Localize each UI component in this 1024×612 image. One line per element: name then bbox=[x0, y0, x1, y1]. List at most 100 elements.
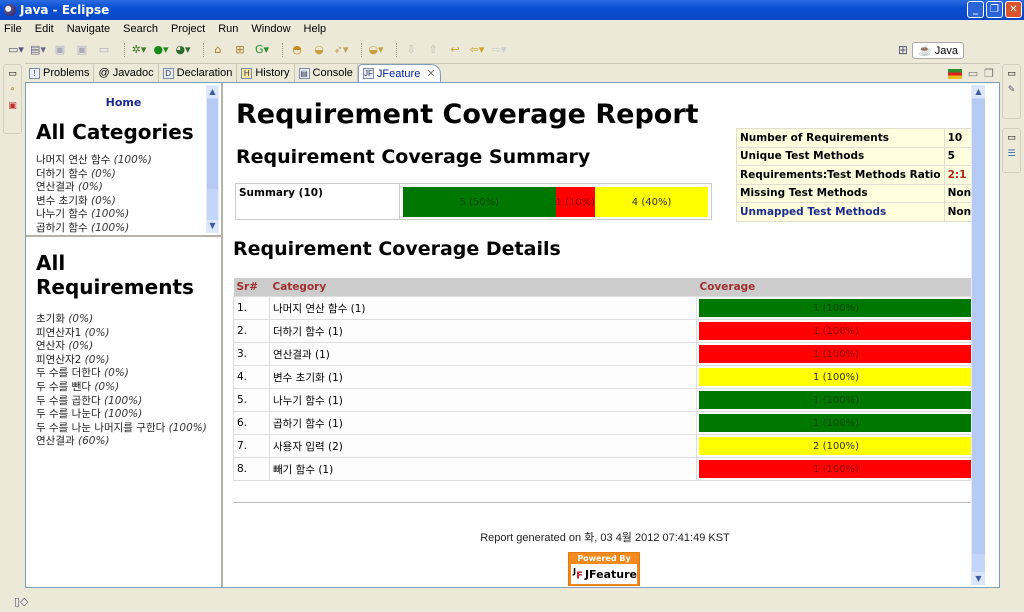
last-edit-icon[interactable]: ↩ bbox=[447, 42, 463, 58]
run-icon[interactable]: ●▾ bbox=[153, 42, 169, 58]
toolbar-separator bbox=[396, 43, 397, 57]
list-item[interactable]: 두 수를 나눈 나머지를 구한다 (100%) bbox=[36, 422, 221, 436]
row-category[interactable]: 나머지 연산 함수 (1) bbox=[269, 296, 697, 320]
outline-icon[interactable]: ☰ bbox=[1007, 149, 1015, 159]
row-category[interactable]: 사용자 입력 (2) bbox=[269, 434, 697, 458]
coverage-bar: 2 (100%) bbox=[699, 437, 973, 455]
item-percent: (0%) bbox=[84, 326, 110, 339]
list-item[interactable]: 연산자 (0%) bbox=[36, 340, 221, 354]
restore-icon[interactable]: ▭ bbox=[8, 69, 17, 79]
list-item[interactable]: 나머지 연산 함수 (100%) bbox=[36, 154, 221, 168]
java-perspective-button[interactable]: ☕ Java bbox=[911, 41, 964, 59]
item-name: 더하기 함수 bbox=[36, 167, 88, 180]
restore-icon[interactable]: ▭ bbox=[1007, 69, 1016, 79]
tab-console[interactable]: ▤ Console bbox=[295, 64, 358, 82]
stat-label[interactable]: Unmapped Test Methods bbox=[736, 202, 945, 222]
item-name: 초기화 bbox=[36, 313, 65, 325]
table-row: 6. 곱하기 함수 (1) 1 (100%) bbox=[233, 411, 976, 435]
list-item[interactable]: 두 수를 더한다 (0%) bbox=[36, 367, 221, 381]
debug-icon[interactable]: ✲▾ bbox=[131, 42, 147, 58]
new-package-icon[interactable]: ▤▾ bbox=[30, 42, 46, 58]
minimize-button[interactable]: _ bbox=[967, 1, 984, 18]
scroll-down-arrow[interactable]: ▼ bbox=[207, 220, 218, 232]
tab-history[interactable]: H History bbox=[237, 64, 295, 82]
report-scrollbar[interactable]: ▲ ▼ bbox=[971, 85, 985, 585]
stat-label: Number of Requirements bbox=[736, 128, 945, 148]
open-type-icon[interactable]: ◓ bbox=[289, 42, 305, 58]
close-button[interactable]: ✕ bbox=[1005, 1, 1022, 18]
scroll-thumb[interactable] bbox=[972, 99, 985, 554]
minimize-view-icon[interactable]: ▭ bbox=[968, 67, 978, 80]
powered-by-badge[interactable]: Powered By JF JFeature bbox=[568, 552, 640, 586]
categories-scrollbar[interactable]: ▲ ▼ bbox=[206, 85, 219, 233]
coverage-status-icon[interactable] bbox=[947, 68, 962, 79]
row-category[interactable]: 나누기 함수 (1) bbox=[269, 388, 697, 412]
row-category[interactable]: 곱하기 함수 (1) bbox=[269, 411, 697, 435]
menu-navigate[interactable]: Navigate bbox=[67, 23, 110, 35]
search-icon[interactable]: ➶▾ bbox=[333, 42, 349, 58]
list-item[interactable]: 초기화 (0%) bbox=[36, 313, 221, 327]
list-item[interactable]: 곱하기 함수 (100%) bbox=[36, 222, 221, 235]
row-category[interactable]: 빼기 함수 (1) bbox=[269, 457, 697, 481]
new-package-icon-2[interactable]: ⊞ bbox=[232, 42, 248, 58]
maximize-view-icon[interactable]: ❐ bbox=[984, 67, 994, 80]
row-category[interactable]: 연산결과 (1) bbox=[269, 342, 697, 366]
list-item[interactable]: 피연산자1 (0%) bbox=[36, 327, 221, 341]
row-category[interactable]: 변수 초기화 (1) bbox=[269, 365, 697, 389]
restore-icon[interactable]: ▭ bbox=[1007, 133, 1016, 143]
row-coverage: 1 (100%) bbox=[696, 342, 976, 366]
fast-view-icon[interactable]: ▯◇ bbox=[14, 595, 29, 608]
tab-declaration[interactable]: D Declaration bbox=[159, 64, 238, 82]
external-tools-icon[interactable]: ◕▾ bbox=[175, 42, 191, 58]
list-item[interactable]: 변수 초기화 (0%) bbox=[36, 195, 221, 209]
list-item[interactable]: 두 수를 뺀다 (0%) bbox=[36, 381, 221, 395]
prev-annotation-icon[interactable]: ⇧ bbox=[425, 42, 441, 58]
item-name: 두 수를 뺀다 bbox=[36, 380, 91, 393]
row-category[interactable]: 더하기 함수 (1) bbox=[269, 319, 697, 343]
details-table: Sr# Category Coverage 1. 나머지 연산 함수 (1) 1 (… bbox=[233, 278, 976, 481]
list-item[interactable]: 두 수를 곱한다 (100%) bbox=[36, 395, 221, 409]
junit-icon[interactable]: ▣ bbox=[8, 101, 17, 111]
list-item[interactable]: 연산결과 (0%) bbox=[36, 181, 221, 195]
forward-icon[interactable]: ⇨▾ bbox=[491, 42, 507, 58]
jfeature-report-view: Home All Categories 나머지 연산 함수 (100%) 더하기 … bbox=[25, 82, 1000, 588]
menu-edit[interactable]: Edit bbox=[35, 23, 54, 35]
next-annotation-icon[interactable]: ⇩ bbox=[403, 42, 419, 58]
list-item[interactable]: 더하기 함수 (0%) bbox=[36, 168, 221, 182]
scroll-up-arrow[interactable]: ▲ bbox=[207, 86, 218, 98]
back-icon[interactable]: ⇦▾ bbox=[469, 42, 485, 58]
scroll-up-arrow[interactable]: ▲ bbox=[972, 85, 985, 98]
list-item[interactable]: 나누기 함수 (100%) bbox=[36, 208, 221, 222]
menu-file[interactable]: File bbox=[4, 23, 22, 35]
new-icon[interactable]: ▭▾ bbox=[8, 42, 24, 58]
tab-jfeature[interactable]: JF JFeature ✕ bbox=[357, 64, 441, 82]
open-perspective-icon[interactable]: ⊞ bbox=[898, 43, 908, 57]
task-list-icon[interactable]: ✎ bbox=[1008, 85, 1016, 95]
print-icon[interactable]: ▭ bbox=[96, 42, 112, 58]
item-name: 두 수를 곱한다 bbox=[36, 394, 101, 407]
new-class-icon[interactable]: G▾ bbox=[254, 42, 270, 58]
maximize-button[interactable]: ❐ bbox=[986, 1, 1003, 18]
save-icon[interactable]: ▣ bbox=[52, 42, 68, 58]
hierarchy-icon[interactable]: ⚬ bbox=[9, 85, 17, 95]
tab-problems[interactable]: ! Problems bbox=[25, 64, 95, 82]
list-item[interactable]: 연산결과 (60%) bbox=[36, 435, 221, 449]
open-folder-icon[interactable]: ◒ bbox=[311, 42, 327, 58]
scroll-thumb[interactable] bbox=[207, 99, 218, 189]
menu-search[interactable]: Search bbox=[123, 23, 158, 35]
menu-run[interactable]: Run bbox=[218, 23, 238, 35]
list-item[interactable]: 두 수를 나눈다 (100%) bbox=[36, 408, 221, 422]
menu-window[interactable]: Window bbox=[251, 23, 290, 35]
home-link[interactable]: Home bbox=[26, 96, 221, 109]
scroll-down-arrow[interactable]: ▼ bbox=[972, 572, 985, 585]
new-java-project-icon[interactable]: ⌂ bbox=[210, 42, 226, 58]
save-all-icon[interactable]: ▣ bbox=[74, 42, 90, 58]
tab-javadoc[interactable]: @ Javadoc bbox=[94, 64, 159, 82]
menu-project[interactable]: Project bbox=[171, 23, 205, 35]
toolbar-separator bbox=[203, 43, 204, 57]
list-item[interactable]: 피연산자2 (0%) bbox=[36, 354, 221, 368]
left-trim-bar: ▭ ⚬ ▣ bbox=[3, 64, 22, 134]
menu-help[interactable]: Help bbox=[304, 23, 327, 35]
close-tab-icon[interactable]: ✕ bbox=[426, 67, 435, 80]
open-folder-icon-2[interactable]: ◒▾ bbox=[368, 42, 384, 58]
